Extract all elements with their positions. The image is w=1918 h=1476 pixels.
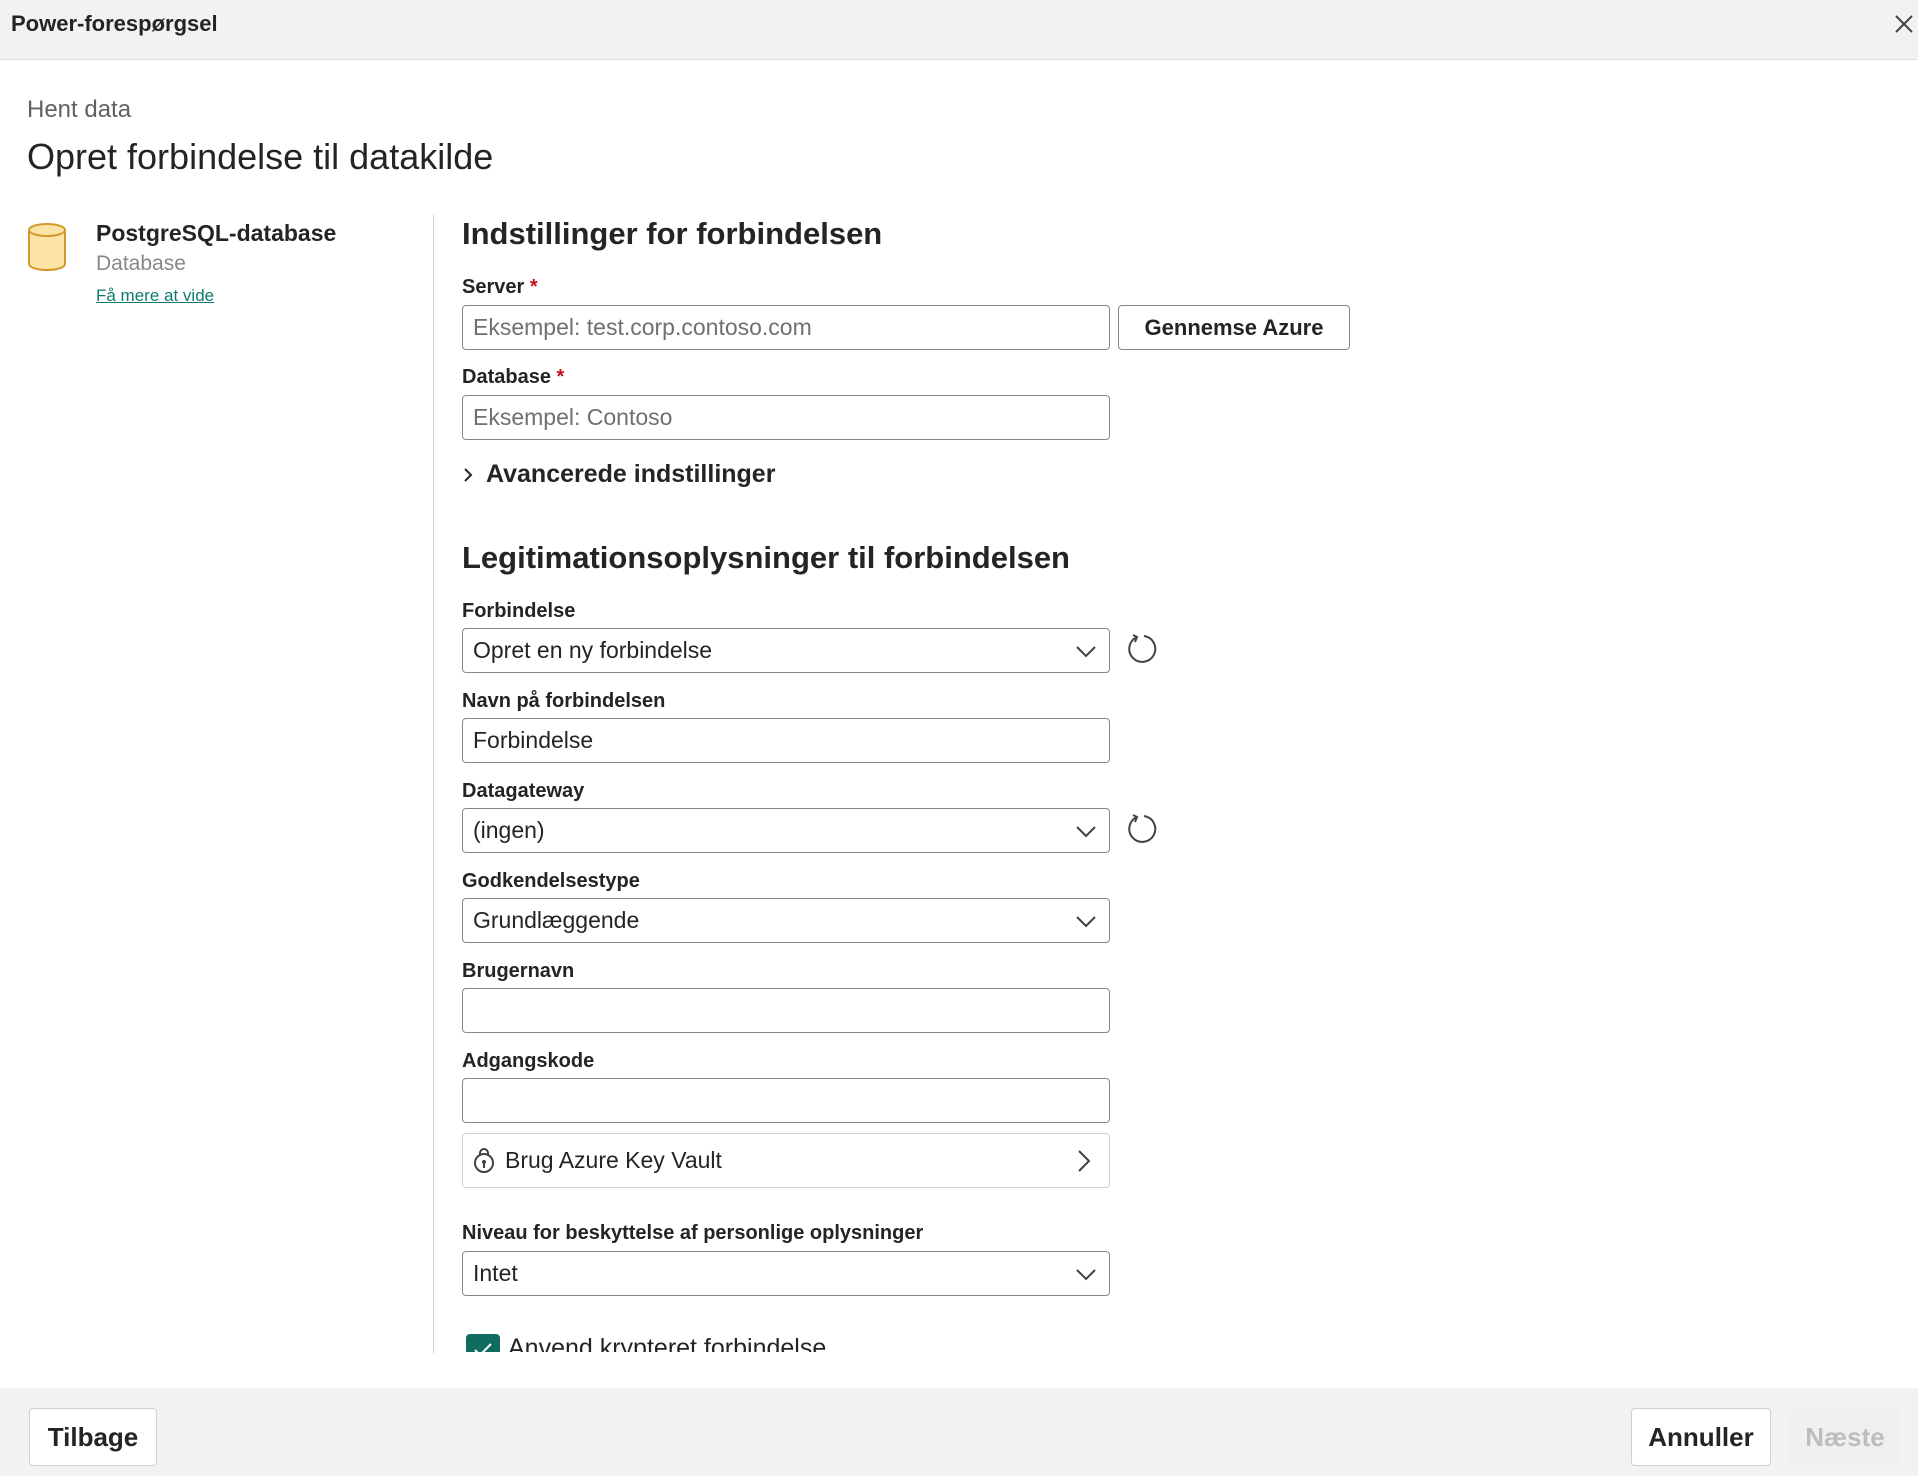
encrypted-connection-option[interactable]: Anvend krypteret forbindelse [466, 1322, 826, 1352]
key-vault-label: Brug Azure Key Vault [505, 1147, 722, 1173]
checkmark-icon [474, 1343, 492, 1352]
encrypted-connection-label: Anvend krypteret forbindelse [508, 1334, 827, 1352]
learn-more-link[interactable]: Få mere at vide [96, 286, 214, 306]
footer-bar: Tilbage Annuller Næste [0, 1388, 1918, 1476]
database-cylinder-icon [28, 223, 66, 271]
gateway-select[interactable]: (ingen) [462, 808, 1110, 853]
gateway-value: (ingen) [473, 817, 545, 843]
browse-azure-button[interactable]: Gennemse Azure [1118, 305, 1350, 350]
refresh-icon[interactable] [1127, 812, 1161, 846]
auth-type-label: Godkendelsestype [462, 870, 640, 892]
password-label: Adgangskode [462, 1050, 595, 1072]
privacy-level-label: Niveau for beskyttelse af personlige opl… [462, 1222, 924, 1244]
close-icon[interactable] [1890, 10, 1918, 38]
title-bar: Power-forespørgsel [0, 0, 1918, 60]
page-title: Opret forbindelse til datakilde [27, 136, 494, 177]
server-label: Server * [462, 276, 538, 299]
privacy-level-value: Intet [473, 1260, 518, 1286]
advanced-settings-label: Avancerede indstillinger [486, 460, 776, 488]
password-input[interactable] [462, 1078, 1110, 1123]
connection-name-label: Navn på forbindelsen [462, 690, 666, 712]
credentials-title: Legitimationsoplysninger til forbindelse… [462, 540, 1070, 575]
window-title: Power-forespørgsel [11, 11, 218, 36]
back-button[interactable]: Tilbage [29, 1408, 157, 1466]
chevron-down-icon [1076, 1269, 1096, 1281]
pane-divider [433, 215, 434, 1353]
chevron-down-icon [1076, 916, 1096, 928]
connector-type: Database [96, 252, 186, 275]
required-mark: * [556, 366, 565, 388]
server-label-text: Server [462, 276, 525, 298]
chevron-right-icon [464, 468, 473, 483]
azure-key-vault-button[interactable]: Brug Azure Key Vault [462, 1133, 1110, 1188]
connection-settings-title: Indstillinger for forbindelsen [462, 216, 883, 251]
chevron-down-icon [1076, 826, 1096, 838]
database-label-text: Database [462, 366, 551, 388]
database-input[interactable]: Eksempel: Contoso [462, 395, 1110, 440]
chevron-down-icon [1076, 646, 1096, 658]
server-input[interactable]: Eksempel: test.corp.contoso.com [462, 305, 1110, 350]
connection-select[interactable]: Opret en ny forbindelse [462, 628, 1110, 673]
connector-name: PostgreSQL-database [96, 220, 337, 246]
page-header: Hent data Opret forbindelse til datakild… [27, 96, 493, 178]
connection-label: Forbindelse [462, 600, 576, 622]
connection-name-value: Forbindelse [473, 727, 594, 753]
database-label: Database * [462, 366, 564, 389]
chevron-right-icon [1078, 1150, 1091, 1172]
encrypted-connection-checkbox[interactable] [466, 1334, 500, 1352]
connection-name-input[interactable]: Forbindelse [462, 718, 1110, 763]
auth-type-select[interactable]: Grundlæggende [462, 898, 1110, 943]
advanced-settings-toggle[interactable]: Avancerede indstillinger [462, 460, 775, 489]
breadcrumb: Hent data [27, 96, 132, 123]
refresh-icon[interactable] [1127, 632, 1161, 666]
server-placeholder: Eksempel: test.corp.contoso.com [473, 314, 812, 340]
required-mark: * [529, 276, 538, 298]
database-placeholder: Eksempel: Contoso [473, 404, 673, 430]
connection-value: Opret en ny forbindelse [473, 637, 713, 663]
next-button[interactable]: Næste [1789, 1408, 1901, 1466]
privacy-level-select[interactable]: Intet [462, 1251, 1110, 1296]
username-label: Brugernavn [462, 960, 575, 982]
gateway-label: Datagateway [462, 780, 585, 802]
key-vault-lock-icon [474, 1148, 494, 1173]
settings-pane: Indstillinger for forbindelsen Server * … [462, 214, 1462, 1354]
username-input[interactable] [462, 988, 1110, 1033]
auth-type-value: Grundlæggende [473, 907, 640, 933]
cancel-button[interactable]: Annuller [1631, 1408, 1771, 1466]
